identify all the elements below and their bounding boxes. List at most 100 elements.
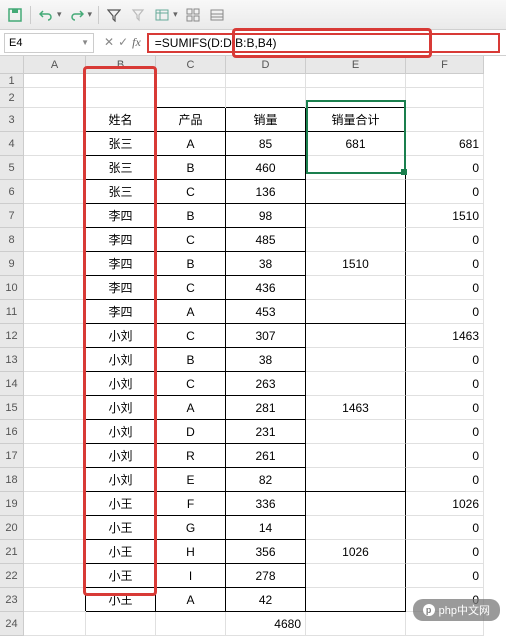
cell-F8[interactable]: 0 <box>406 228 484 252</box>
cell-D11[interactable]: 453 <box>226 300 306 324</box>
row-header[interactable]: 17 <box>0 444 24 468</box>
cell-A5[interactable] <box>24 156 86 180</box>
cell-B21[interactable]: 小王 <box>86 540 156 564</box>
cell-F4[interactable]: 681 <box>406 132 484 156</box>
cell-B16[interactable]: 小刘 <box>86 420 156 444</box>
undo-icon[interactable] <box>37 6 55 24</box>
cell-F18[interactable]: 0 <box>406 468 484 492</box>
cell-D24[interactable]: 4680 <box>226 612 306 636</box>
cell-C2[interactable] <box>156 88 226 108</box>
cell-B18[interactable]: 小刘 <box>86 468 156 492</box>
cell-E3[interactable]: 销量合计 <box>306 108 406 132</box>
cell-B2[interactable] <box>86 88 156 108</box>
cell-A1[interactable] <box>24 74 86 88</box>
fx-icon[interactable]: fx <box>132 35 141 50</box>
cell-E18[interactable] <box>306 468 406 492</box>
cell-A23[interactable] <box>24 588 86 612</box>
cell-B1[interactable] <box>86 74 156 88</box>
row-header[interactable]: 11 <box>0 300 24 324</box>
row-header[interactable]: 13 <box>0 348 24 372</box>
cell-B4[interactable]: 张三 <box>86 132 156 156</box>
cell-B13[interactable]: 小刘 <box>86 348 156 372</box>
cell-A24[interactable] <box>24 612 86 636</box>
cell-D9[interactable]: 38 <box>226 252 306 276</box>
cell-E16[interactable] <box>306 420 406 444</box>
row-header[interactable]: 24 <box>0 612 24 636</box>
col-header-D[interactable]: D <box>226 56 306 74</box>
grid-icon[interactable] <box>184 6 202 24</box>
cell-C22[interactable]: I <box>156 564 226 588</box>
cell-B3[interactable]: 姓名 <box>86 108 156 132</box>
cell-E11[interactable] <box>306 300 406 324</box>
row-header[interactable]: 4 <box>0 132 24 156</box>
cell-F1[interactable] <box>406 74 484 88</box>
cell-F11[interactable]: 0 <box>406 300 484 324</box>
cell-C16[interactable]: D <box>156 420 226 444</box>
cell-D8[interactable]: 485 <box>226 228 306 252</box>
cell-A12[interactable] <box>24 324 86 348</box>
cell-E8[interactable] <box>306 228 406 252</box>
row-header[interactable]: 21 <box>0 540 24 564</box>
cell-A22[interactable] <box>24 564 86 588</box>
redo-dropdown-icon[interactable]: ▾ <box>88 9 93 20</box>
cell-B7[interactable]: 李四 <box>86 204 156 228</box>
cell-E7[interactable] <box>306 204 406 228</box>
cell-D16[interactable]: 231 <box>226 420 306 444</box>
cell-E17[interactable] <box>306 444 406 468</box>
undo-dropdown-icon[interactable]: ▾ <box>57 9 62 20</box>
cell-D23[interactable]: 42 <box>226 588 306 612</box>
cell-F15[interactable]: 0 <box>406 396 484 420</box>
cell-D21[interactable]: 356 <box>226 540 306 564</box>
cell-C13[interactable]: B <box>156 348 226 372</box>
cell-A21[interactable] <box>24 540 86 564</box>
cell-E14[interactable] <box>306 372 406 396</box>
cell-B8[interactable]: 李四 <box>86 228 156 252</box>
row-header[interactable]: 9 <box>0 252 24 276</box>
cell-E5[interactable] <box>306 156 406 180</box>
row-header[interactable]: 16 <box>0 420 24 444</box>
col-header-E[interactable]: E <box>306 56 406 74</box>
cell-A2[interactable] <box>24 88 86 108</box>
cell-D3[interactable]: 销量 <box>226 108 306 132</box>
name-box[interactable]: E4 ▼ <box>4 33 94 53</box>
cell-D2[interactable] <box>226 88 306 108</box>
cell-C4[interactable]: A <box>156 132 226 156</box>
cell-A9[interactable] <box>24 252 86 276</box>
cell-E20[interactable] <box>306 516 406 540</box>
cell-D5[interactable]: 460 <box>226 156 306 180</box>
col-header-B[interactable]: B <box>86 56 156 74</box>
cell-D22[interactable]: 278 <box>226 564 306 588</box>
col-header-F[interactable]: F <box>406 56 484 74</box>
cell-F14[interactable]: 0 <box>406 372 484 396</box>
row-header[interactable]: 20 <box>0 516 24 540</box>
cell-C24[interactable] <box>156 612 226 636</box>
cell-F6[interactable]: 0 <box>406 180 484 204</box>
cell-C19[interactable]: F <box>156 492 226 516</box>
cell-B10[interactable]: 李四 <box>86 276 156 300</box>
cell-B6[interactable]: 张三 <box>86 180 156 204</box>
name-box-dropdown-icon[interactable]: ▼ <box>81 38 89 47</box>
cell-E23[interactable] <box>306 588 406 612</box>
cell-C21[interactable]: H <box>156 540 226 564</box>
cell-A17[interactable] <box>24 444 86 468</box>
cell-A11[interactable] <box>24 300 86 324</box>
cell-A19[interactable] <box>24 492 86 516</box>
cell-C20[interactable]: G <box>156 516 226 540</box>
cell-C1[interactable] <box>156 74 226 88</box>
cell-C15[interactable]: A <box>156 396 226 420</box>
cell-E1[interactable] <box>306 74 406 88</box>
cell-E24[interactable] <box>306 612 406 636</box>
cell-A15[interactable] <box>24 396 86 420</box>
cell-E15[interactable]: 1463 <box>306 396 406 420</box>
select-all-corner[interactable] <box>0 56 24 74</box>
cell-A3[interactable] <box>24 108 86 132</box>
cell-D7[interactable]: 98 <box>226 204 306 228</box>
cell-B17[interactable]: 小刘 <box>86 444 156 468</box>
row-header[interactable]: 5 <box>0 156 24 180</box>
cell-B20[interactable]: 小王 <box>86 516 156 540</box>
cell-C10[interactable]: C <box>156 276 226 300</box>
cell-B19[interactable]: 小王 <box>86 492 156 516</box>
cell-A20[interactable] <box>24 516 86 540</box>
spreadsheet-grid[interactable]: A B C D E F 123姓名产品销量销量合计4张三A856816815张三… <box>0 56 506 636</box>
cell-D6[interactable]: 136 <box>226 180 306 204</box>
